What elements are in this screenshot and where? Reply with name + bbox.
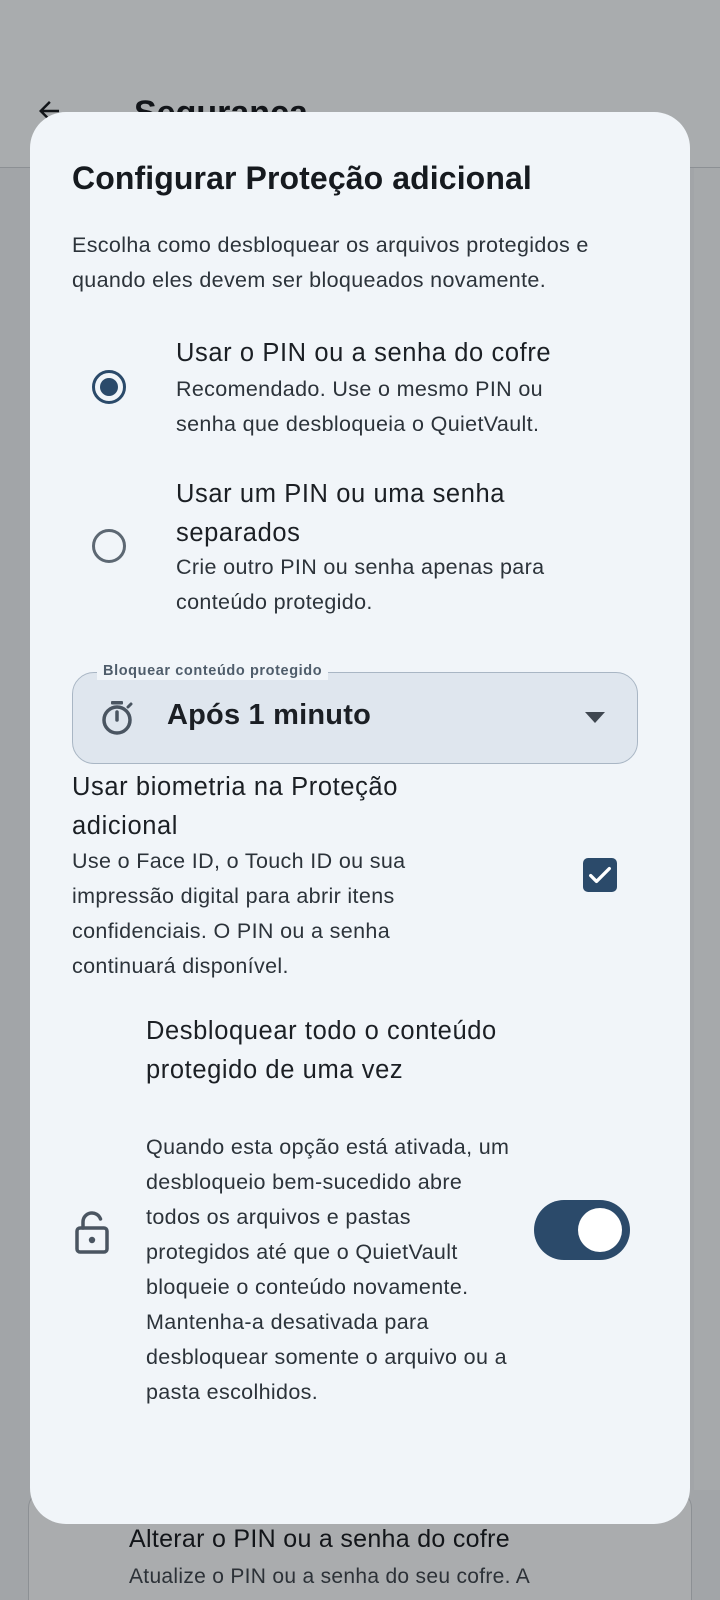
dialog-title: Configurar Proteção adicional (72, 160, 532, 196)
radio-vault-pin[interactable] (92, 370, 126, 404)
option-vault-pin-subtitle: Recomendado. Use o mesmo PIN ou senha qu… (176, 377, 543, 436)
unlock-all-subtitle: Quando esta opção está ativada, um desbl… (146, 1135, 510, 1404)
timer-icon (102, 701, 133, 735)
option-separate-pin-title: Usar um PIN ou uma senha separados (176, 480, 506, 547)
checkmark-icon (589, 866, 611, 884)
unlock-all-toggle[interactable] (534, 1200, 630, 1260)
additional-protection-dialog: Configurar Proteção adicional Escolha co… (30, 112, 690, 1524)
dialog-description: Escolha como desbloquear os arquivos pro… (72, 233, 589, 292)
lock-icon (75, 1211, 109, 1254)
biometrics-subtitle: Use o Face ID, o Touch ID ou sua impress… (72, 849, 406, 978)
toggle-knob (578, 1208, 622, 1252)
lock-timeout-value: Após 1 minuto (167, 699, 371, 731)
lock-timeout-label: Bloquear conteúdo protegido (97, 662, 329, 680)
biometrics-title: Usar biometria na Proteção adicional (72, 773, 398, 840)
option-separate-pin-subtitle: Crie outro PIN ou senha apenas para cont… (176, 555, 545, 614)
biometrics-checkbox[interactable] (583, 858, 617, 892)
unlock-all-title: Desbloquear todo o conteúdo protegido de… (146, 1017, 497, 1084)
option-vault-pin-title: Usar o PIN ou a senha do cofre (176, 339, 552, 367)
chevron-down-icon (585, 712, 605, 723)
lock-timeout-dropdown[interactable]: Bloquear conteúdo protegido Após 1 minut… (72, 662, 638, 764)
radio-separate-pin[interactable] (92, 529, 126, 563)
